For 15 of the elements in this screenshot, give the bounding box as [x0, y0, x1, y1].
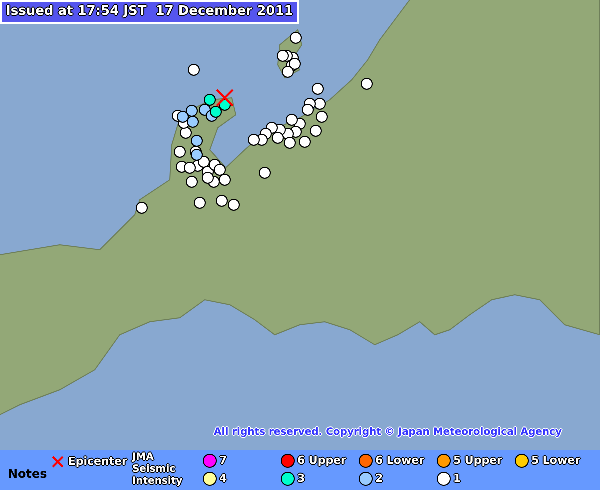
intensity-label: 1	[453, 471, 462, 487]
epicenter-label: Epicenter	[68, 454, 128, 470]
epicenter-cross-icon	[52, 456, 64, 468]
intensity-label: 5 Upper	[453, 452, 502, 468]
intensity-label: 3	[297, 471, 306, 487]
intensity-label: 7	[219, 452, 228, 468]
copyright-text: All rights reserved. Copyright © Japan Meteorological Agency	[214, 426, 562, 440]
intensity-label: 6 Lower	[375, 452, 425, 468]
intensity-title: JMA Seismic Intensity	[132, 452, 184, 488]
intensity-label: 6 Upper	[297, 452, 346, 468]
issued-banner: Issued at 17:54 JST 17 December 2011	[0, 0, 300, 24]
notes-label: Notes	[8, 466, 48, 483]
intensity-label: 4	[219, 471, 228, 487]
intensity-label: 2	[375, 471, 384, 487]
intensity-label: 5 Lower	[531, 452, 581, 468]
